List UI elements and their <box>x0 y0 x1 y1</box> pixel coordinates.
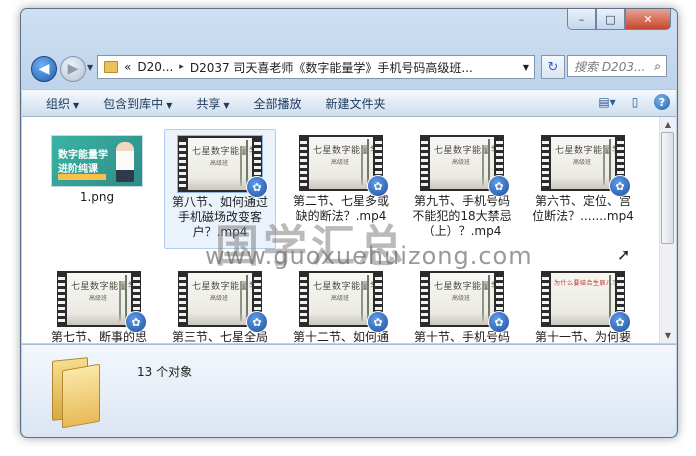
list-item[interactable]: 数字能量学 进阶纯课 1.png <box>42 129 152 205</box>
thumb-text: 七星数字能量学 <box>434 282 494 292</box>
include-in-library-menu[interactable]: 包含到库中 ▼ <box>103 95 172 112</box>
media-player-icon: ✿ <box>488 311 510 333</box>
share-menu[interactable]: 共享 ▼ <box>196 95 229 112</box>
thumb-text: 高级班 <box>452 295 471 302</box>
breadcrumb-segment-2[interactable]: D2037 司天喜老师《数字能量学》手机号码高级班... <box>190 59 473 76</box>
organize-label: 组织 <box>46 96 71 111</box>
new-folder-button[interactable]: 新建文件夹 <box>326 95 386 112</box>
view-options-icon[interactable]: ▤▾ <box>598 93 616 111</box>
command-bar: 组织 ▼ 包含到库中 ▼ 共享 ▼ 全部播放 新建文件夹 ▤▾ ▯ ? <box>22 89 676 117</box>
close-button[interactable]: ✕ <box>625 9 671 30</box>
file-name: 第九节、手机号码不能犯的18大禁忌（上）？.mp4 <box>412 194 512 238</box>
minimize-button[interactable]: – <box>567 9 596 30</box>
thumb-text: 高级班 <box>210 295 229 302</box>
folder-icon <box>52 357 102 429</box>
navigation-bar: ◀ ▶ ▼ « D20... ▸ D2037 司天喜老师《数字能量学》手机号码高… <box>29 55 669 82</box>
list-item[interactable]: 七星数字能量学 高级班 ✿ 第九节、手机号码不能犯的18大禁忌（上）？.mp4 <box>407 129 517 239</box>
caption-buttons: – □ ✕ <box>567 9 671 31</box>
thumb-text: 为什么要结合生辰八字来选号码？ <box>554 280 615 287</box>
thumb-text: 高级班 <box>331 295 350 302</box>
chevron-down-icon: ▼ <box>166 100 173 110</box>
media-player-icon: ✿ <box>246 176 268 198</box>
file-name: 1.png <box>79 190 115 204</box>
image-thumbnail: 数字能量学 进阶纯课 <box>51 129 143 187</box>
scrollbar-thumb[interactable] <box>661 132 674 244</box>
thumb-text: 七星数字能量学 <box>313 282 373 292</box>
list-item[interactable]: 七星数字能量学高级班 ✿ 第七节、断事的思路和逻辑？ <box>44 265 154 343</box>
thumb-text: 七星数字能量学 <box>555 146 615 156</box>
thumb-text: 高级班 <box>452 159 471 166</box>
scroll-down-arrow[interactable]: ▼ <box>660 328 676 343</box>
video-thumbnail: 七星数字能量学 高级班 ✿ <box>420 271 510 333</box>
preview-pane-icon[interactable]: ▯ <box>626 93 644 111</box>
arrow-right-icon: ▶ <box>67 61 79 77</box>
scroll-up-arrow[interactable]: ▲ <box>660 117 676 132</box>
list-item[interactable]: 为什么要结合生辰八字来选号码？ ✿ 第十一节、为何要结合八字来选 <box>528 265 638 343</box>
list-item[interactable]: 七星数字能量学高级班 ✿ 第十二节、如何通过手机号码为 <box>286 265 396 343</box>
media-player-icon: ✿ <box>609 175 631 197</box>
thumb-text: 数字能量学 <box>58 150 108 161</box>
thumb-text: 进阶纯课 <box>58 164 98 175</box>
list-item[interactable]: 七星数字能量学 高级班 ✿ 第六节、定位、宫位断法？.......mp4 <box>528 129 638 224</box>
thumb-text: 七星数字能量学 <box>192 282 252 292</box>
video-thumbnail: 七星数字能量学 高级班 ✿ <box>299 135 389 197</box>
play-all-button[interactable]: 全部播放 <box>254 95 302 112</box>
item-count: 13 个对象 <box>137 365 193 379</box>
arrow-left-icon: ◀ <box>38 61 50 77</box>
organize-menu[interactable]: 组织 ▼ <box>46 95 79 112</box>
help-icon[interactable]: ? <box>654 94 670 110</box>
search-placeholder: 搜索 D203... <box>574 59 646 74</box>
thumb-text: 高级班 <box>573 159 592 166</box>
search-input[interactable]: 搜索 D203... ⌕ <box>567 55 667 77</box>
refresh-icon: ↻ <box>547 59 559 75</box>
refresh-button[interactable]: ↻ <box>541 55 565 79</box>
video-thumbnail: 七星数字能量学 高级班 ✿ <box>177 135 268 198</box>
media-player-icon: ✿ <box>125 311 147 333</box>
share-label: 共享 <box>196 96 221 111</box>
media-player-icon: ✿ <box>488 175 510 197</box>
address-dropdown[interactable]: ▼ <box>518 55 535 79</box>
recent-pages-dropdown[interactable]: ▼ <box>87 63 93 72</box>
magnifier-icon[interactable]: ⌕ <box>654 59 661 74</box>
watermark-url: www.guoxuehuizong.com <box>205 242 533 270</box>
thumb-text: 七星数字能量学 <box>434 146 494 156</box>
thumb-text: 七星数字能量学 <box>313 146 373 156</box>
forward-button[interactable]: ▶ <box>60 56 86 82</box>
address-overflow[interactable]: « <box>124 60 131 74</box>
folder-icon <box>104 61 118 73</box>
media-player-icon: ✿ <box>367 311 389 333</box>
list-item[interactable]: 七星数字能量学高级班 ✿ 第三节、七星全局解释（上）？ <box>165 265 275 343</box>
video-thumbnail: 七星数字能量学 高级班 ✿ <box>420 135 510 197</box>
chevron-down-icon: ▼ <box>73 100 80 110</box>
video-thumbnail: 七星数字能量学 高级班 ✿ <box>541 135 631 197</box>
media-player-icon: ✿ <box>609 311 631 333</box>
details-pane: 13 个对象 <box>22 344 676 437</box>
video-thumbnail: 为什么要结合生辰八字来选号码？ ✿ <box>541 271 631 333</box>
include-in-library-label: 包含到库中 <box>103 96 164 111</box>
breadcrumb-segment-1[interactable]: D20... <box>137 60 173 74</box>
address-bar[interactable]: « D20... ▸ D2037 司天喜老师《数字能量学》手机号码高级班... <box>97 55 519 79</box>
file-name: 第六节、定位、宫位断法？.......mp4 <box>532 194 634 223</box>
video-thumbnail: 七星数字能量学 高级班 ✿ <box>57 271 147 333</box>
media-player-icon: ✿ <box>367 175 389 197</box>
person-image <box>116 142 134 182</box>
video-thumbnail: 七星数字能量学 高级班 ✿ <box>178 271 268 333</box>
media-player-icon: ✿ <box>246 311 268 333</box>
back-button[interactable]: ◀ <box>31 56 57 82</box>
toolbar-right: ▤▾ ▯ ? <box>598 93 670 111</box>
breadcrumb-separator[interactable]: ▸ <box>179 62 184 72</box>
thumb-text: 高级班 <box>89 295 108 302</box>
thumb-text: 高级班 <box>210 160 229 167</box>
thumb-text: 七星数字能量学 <box>71 282 131 292</box>
mouse-cursor-icon: ➚ <box>617 245 631 264</box>
video-thumbnail: 七星数字能量学 高级班 ✿ <box>299 271 389 333</box>
thumb-text: 七星数字能量学 <box>192 147 252 157</box>
maximize-button[interactable]: □ <box>596 9 625 30</box>
chevron-down-icon: ▼ <box>223 100 230 110</box>
thumb-text: 高级班 <box>331 159 350 166</box>
vertical-scrollbar[interactable]: ▲ ▼ <box>659 117 676 343</box>
list-item[interactable]: 七星数字能量学高级班 ✿ 第十节、手机号码犯了不能犯的 <box>407 265 517 343</box>
